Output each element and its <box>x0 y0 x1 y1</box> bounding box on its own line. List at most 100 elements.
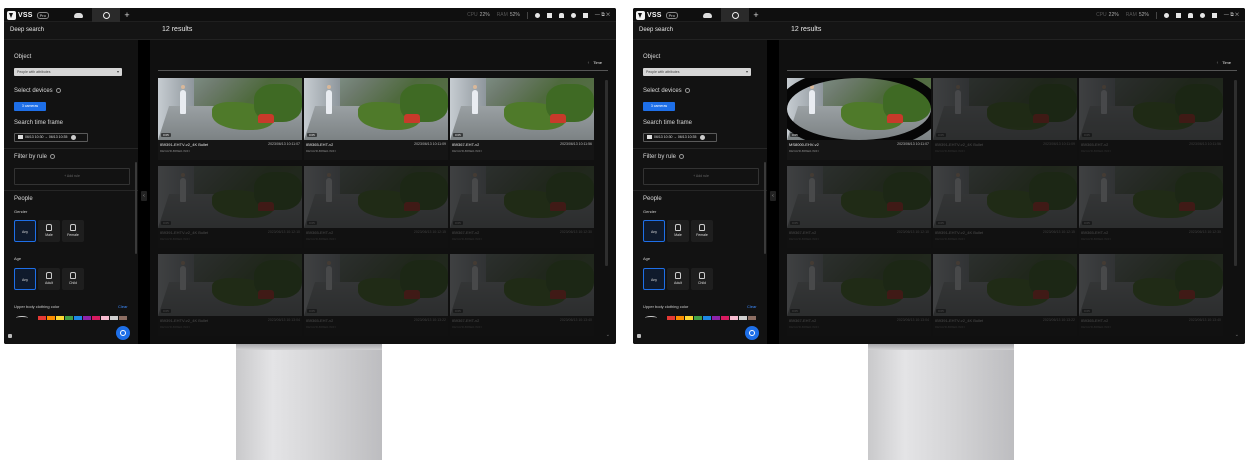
chevron-down-icon[interactable]: ⌄ <box>1235 332 1239 338</box>
video-thumbnail[interactable]: 0:05 <box>1079 166 1223 228</box>
result-card[interactable]: 0:05 MS8000-EHV-v2 2023/06/13 10:11:07 DEVA… <box>787 78 931 160</box>
layout-icon[interactable] <box>1175 12 1181 18</box>
window-controls[interactable]: — ⧉ ✕ <box>595 12 610 18</box>
bell-icon[interactable] <box>1187 12 1193 18</box>
video-thumbnail[interactable]: 0:05 <box>304 78 448 140</box>
video-thumbnail[interactable]: 0:05 <box>933 166 1077 228</box>
color-swatch[interactable] <box>119 316 127 320</box>
result-card[interactable]: 0:05 IB9365-EHT-v2 2023/06/13 10:12:15 DEVA… <box>304 166 448 248</box>
video-thumbnail[interactable]: 0:05 <box>450 78 594 140</box>
result-card[interactable]: 0:05 IB9367-EHT-v2 2023/06/13 10:13:04 DEVA… <box>787 254 931 336</box>
tab-cloud[interactable] <box>64 8 92 22</box>
color-swatch[interactable] <box>703 316 711 320</box>
result-card[interactable]: 0:05 IB9367-EHT-v2 2023/06/13 10:13:40 DEVA… <box>450 254 594 336</box>
result-card[interactable]: 0:05 IB9391-EHTV-v2_4K Bullet 2023/06/13 1… <box>933 78 1077 160</box>
result-card[interactable]: 0:05 IB9391-EHTV-v2_4K Bullet 2023/06/13 1… <box>933 254 1077 336</box>
gender-male-option[interactable]: Male <box>667 220 689 242</box>
gender-male-option[interactable]: Male <box>38 220 60 242</box>
color-swatch[interactable] <box>74 316 82 320</box>
color-swatch[interactable] <box>101 316 109 320</box>
search-button[interactable] <box>116 326 130 340</box>
video-thumbnail[interactable]: 0:05 <box>787 166 931 228</box>
color-swatch[interactable] <box>38 316 46 320</box>
result-card[interactable]: 0:05 IB9365-EHT-v2 2023/06/13 10:12:30 DEVA… <box>1079 166 1223 248</box>
object-dropdown[interactable]: People with attributes <box>14 68 122 76</box>
color-swatch[interactable] <box>694 316 702 320</box>
sort-by-time[interactable]: ↑ Time <box>1216 60 1231 65</box>
result-card[interactable]: 0:05 IB9365-EHT-v2 2023/06/13 10:13:22 DEVA… <box>304 254 448 336</box>
color-swatch[interactable] <box>730 316 738 320</box>
video-thumbnail[interactable]: 0:05 <box>787 78 931 140</box>
video-thumbnail[interactable]: 0:05 <box>933 78 1077 140</box>
collapse-sidebar-button[interactable]: ‹ <box>770 191 776 201</box>
info-icon[interactable] <box>50 154 56 159</box>
video-thumbnail[interactable]: 0:05 <box>158 78 302 140</box>
result-card[interactable]: 0:05 IB9391-EHTV-v2_4K Bullet 2023/06/13 1… <box>158 78 302 160</box>
tab-cloud[interactable] <box>693 8 721 22</box>
volume-icon[interactable] <box>1211 12 1217 18</box>
color-swatch[interactable] <box>56 316 64 320</box>
age-any-option[interactable]: Any <box>643 268 665 290</box>
color-swatch[interactable] <box>83 316 91 320</box>
timeframe-picker[interactable]: 06/13 10:30 → 06/13 10:35 <box>643 133 717 142</box>
volume-icon[interactable] <box>582 12 588 18</box>
object-dropdown[interactable]: People with attributes <box>643 68 751 76</box>
video-thumbnail[interactable]: 0:05 <box>1079 78 1223 140</box>
add-tab-button[interactable]: + <box>120 8 134 22</box>
collapse-icon[interactable] <box>637 334 641 338</box>
color-swatch[interactable] <box>65 316 73 320</box>
color-swatch[interactable] <box>676 316 684 320</box>
result-card[interactable]: 0:05 IB9391-EHTV-v2_4K Bullet 2023/06/13 1… <box>933 166 1077 248</box>
gender-any-option[interactable]: Any <box>14 220 36 242</box>
select-devices-button[interactable]: 3 cameras <box>643 102 675 111</box>
tab-deep-search[interactable] <box>721 8 749 22</box>
result-card[interactable]: 0:05 IB9391-EHTV-v2_4K Bullet 2023/06/13 1… <box>158 166 302 248</box>
result-card[interactable]: 0:05 IB9365-EHT-v2 2023/06/13 10:11:09 DEVA… <box>304 78 448 160</box>
color-swatch[interactable] <box>685 316 693 320</box>
sort-by-time[interactable]: ↑ Time <box>587 60 602 65</box>
color-swatch[interactable] <box>739 316 747 320</box>
age-adult-option[interactable]: Adult <box>667 268 689 290</box>
result-card[interactable]: 0:05 IB9367-EHT-v2 2023/06/13 10:12:10 DEVA… <box>787 166 931 248</box>
clear-icon[interactable] <box>71 134 77 140</box>
select-devices-button[interactable]: 3 cameras <box>14 102 46 111</box>
clear-link[interactable]: Clear <box>747 304 757 309</box>
video-thumbnail[interactable]: 0:05 <box>787 254 931 316</box>
color-swatch[interactable] <box>110 316 118 320</box>
color-swatch[interactable] <box>47 316 55 320</box>
result-card[interactable]: 0:05 IB9365-EHT-v2 2023/06/13 10:13:40 DEVA… <box>1079 254 1223 336</box>
search-icon[interactable] <box>1163 12 1169 18</box>
info-icon[interactable] <box>684 88 690 93</box>
add-rule-button[interactable]: + Add rule <box>14 168 130 185</box>
age-child-option[interactable]: Child <box>62 268 84 290</box>
color-swatch[interactable] <box>92 316 100 320</box>
layout-icon[interactable] <box>546 12 552 18</box>
age-adult-option[interactable]: Adult <box>38 268 60 290</box>
result-card[interactable]: 0:05 IB9391-EHTV-v2_4K Bullet 2023/06/13 1… <box>158 254 302 336</box>
gender-female-option[interactable]: Female <box>62 220 84 242</box>
video-thumbnail[interactable]: 0:05 <box>158 254 302 316</box>
video-thumbnail[interactable]: 0:05 <box>450 254 594 316</box>
collapse-sidebar-button[interactable]: ‹ <box>141 191 147 201</box>
add-tab-button[interactable]: + <box>749 8 763 22</box>
bell-icon[interactable] <box>558 12 564 18</box>
video-thumbnail[interactable]: 0:05 <box>158 166 302 228</box>
result-card[interactable]: 0:05 IB9365-EHT-v2 2023/06/13 10:11:56 DEVA… <box>1079 78 1223 160</box>
clear-link[interactable]: Clear <box>118 304 128 309</box>
gender-any-option[interactable]: Any <box>643 220 665 242</box>
clear-icon[interactable] <box>700 134 706 140</box>
video-thumbnail[interactable]: 0:05 <box>450 166 594 228</box>
result-card[interactable]: 0:05 IB9367-EHT-v2 2023/06/13 10:12:30 DEVA… <box>450 166 594 248</box>
search-icon[interactable] <box>534 12 540 18</box>
color-swatch[interactable] <box>667 316 675 320</box>
add-rule-button[interactable]: + Add rule <box>643 168 759 185</box>
video-thumbnail[interactable]: 0:05 <box>304 254 448 316</box>
sidebar-scrollbar[interactable] <box>764 162 766 254</box>
age-child-option[interactable]: Child <box>691 268 713 290</box>
gear-icon[interactable] <box>570 12 576 18</box>
results-scrollbar[interactable] <box>1234 80 1237 266</box>
age-any-option[interactable]: Any <box>14 268 36 290</box>
info-icon[interactable] <box>55 88 61 93</box>
video-thumbnail[interactable]: 0:05 <box>1079 254 1223 316</box>
gear-icon[interactable] <box>1199 12 1205 18</box>
